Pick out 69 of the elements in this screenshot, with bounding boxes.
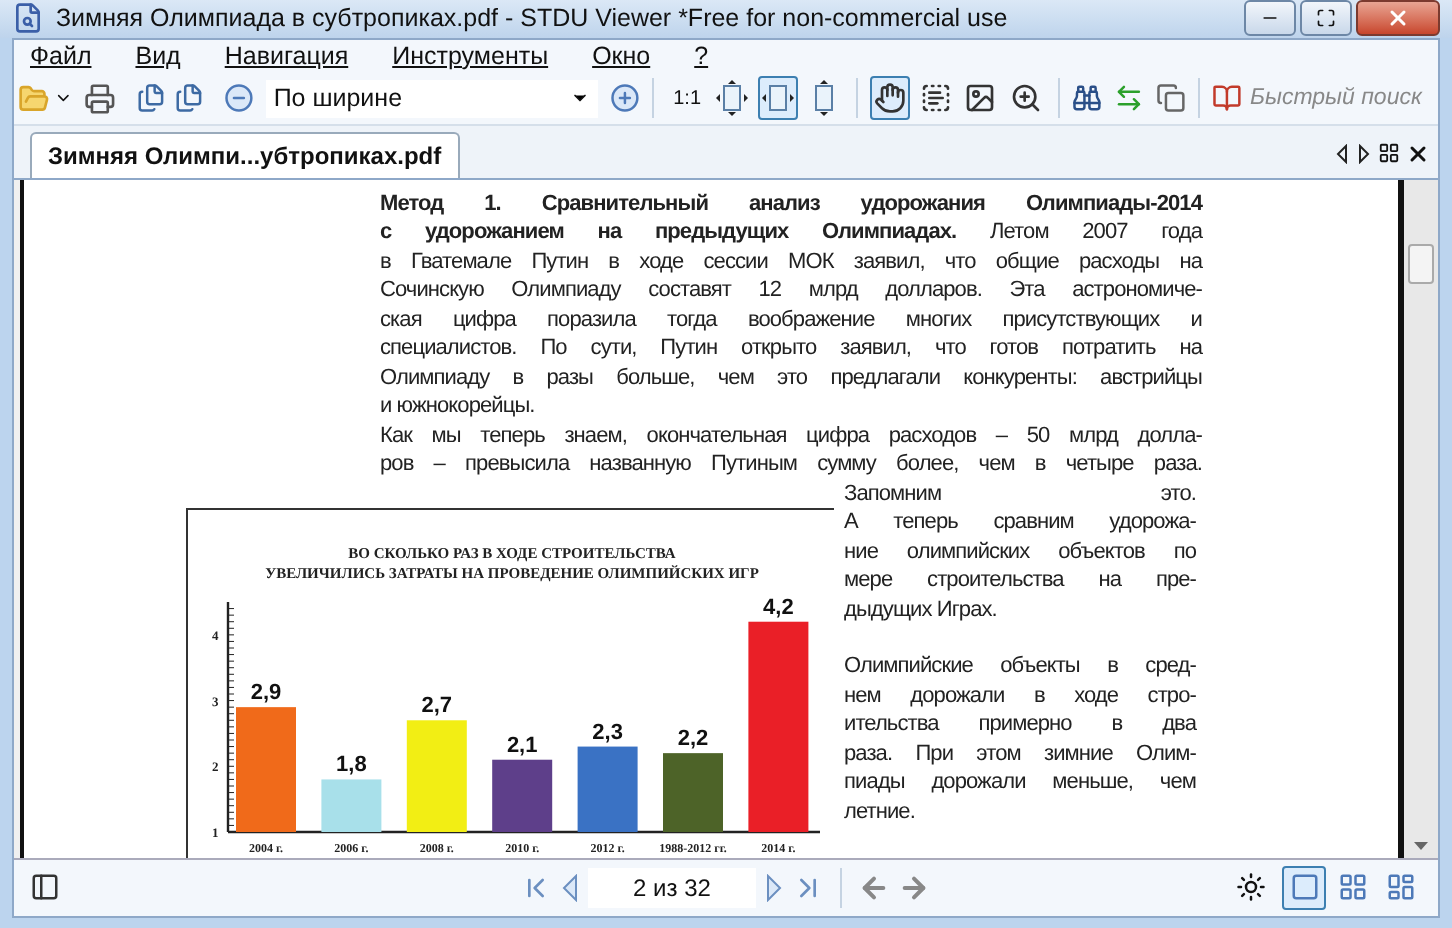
bar: [321, 778, 382, 832]
app-icon: [12, 2, 44, 35]
maximize-button[interactable]: [1300, 0, 1352, 37]
single-page-icon: [1289, 872, 1319, 903]
sun-icon[interactable]: [1236, 872, 1266, 903]
grid-icon: [1337, 872, 1367, 903]
paragraph: Метод 1. Сравнительный анализ удорожания Олимпиады-2014 с удорожанием на предыдущих Олимпиадах. Летом 2007 года в Гватемале Путин в ходе сессии МОК заявил, что общие расходы на Сочинскую Олимпиаду составят 12 млрд долларов. Эта астрономиче- ская цифра поразила тогда воображение многих присутствующих и специалистов. По сути, Путин открыто заявил, что готов потратить на Олимпиаду в разы больше, чем это предлагали конкуренты: австрийцы и южнокорейцы.: [380, 189, 1202, 422]
zoom-in-icon[interactable]: [610, 82, 641, 115]
tool-button[interactable]: [869, 76, 911, 121]
data-label: 2,7: [421, 693, 453, 718]
hand-icon: [874, 82, 907, 115]
printer-icon[interactable]: [84, 81, 117, 116]
page-field[interactable]: 2 из 32: [588, 867, 756, 908]
paragraph: Олимпийские объекты в сред- нем дорожали в ходе стро- ительства примерно в два раза. При этом зимние Олим- пиады дорожали меньше, чем летние.: [844, 652, 1196, 827]
menu-item[interactable]: Вид: [135, 37, 181, 76]
data-label: 2,2: [677, 726, 709, 751]
next-tab-icon[interactable]: [1356, 143, 1372, 164]
binoculars-icon[interactable]: [1072, 82, 1103, 115]
maximize-icon: [1316, 8, 1336, 29]
view-mode-button[interactable]: [1282, 865, 1326, 910]
image-icon: [964, 82, 997, 115]
panel-toggle-icon[interactable]: [30, 872, 60, 903]
text-select-icon: [919, 82, 952, 115]
zoom-out-icon[interactable]: [223, 82, 254, 115]
paragraph: Как мы теперь знаем, окончательная цифра расходов – 50 млрд долла- ров – превысила названную Путиным сумму более, чем в четыре раза.: [380, 421, 1202, 480]
scrollbar[interactable]: [1404, 179, 1438, 858]
search-field[interactable]: Быстрый поиск: [1250, 79, 1434, 118]
close-icon[interactable]: [1406, 141, 1430, 166]
close-button[interactable]: [1356, 0, 1440, 37]
forward-icon[interactable]: [898, 871, 930, 904]
bar: [663, 752, 723, 832]
zoom-mode-button[interactable]: [711, 76, 754, 121]
document-tab[interactable]: Зимняя Олимпи...убтропиках.pdf: [30, 131, 460, 178]
copy-icon[interactable]: [1156, 82, 1187, 115]
scroll-thumb[interactable]: [1408, 243, 1434, 284]
data-label: 2,3: [592, 720, 623, 745]
grid-icon[interactable]: [1378, 142, 1400, 165]
book-icon[interactable]: [1212, 82, 1242, 115]
data-label: 4,2: [763, 595, 794, 620]
minimize-button[interactable]: [1244, 0, 1296, 37]
bar: [492, 759, 553, 832]
bar: [577, 746, 638, 832]
swap-icon[interactable]: [1114, 82, 1145, 115]
scroll-down-icon[interactable]: [1414, 841, 1428, 850]
bar: [236, 706, 296, 832]
next-page-icon[interactable]: [764, 873, 784, 902]
menu-item[interactable]: Файл: [30, 37, 92, 76]
menu-item[interactable]: Навигация: [224, 37, 349, 76]
layout-icon: [1385, 872, 1415, 903]
actual-size-button[interactable]: 1:1: [666, 76, 708, 121]
pages-icon[interactable]: [173, 82, 204, 115]
bar: [406, 719, 467, 832]
previous-page-icon[interactable]: [560, 873, 580, 902]
data-label: 2,1: [506, 733, 538, 758]
data-label: 1,8: [336, 752, 367, 777]
window-title: Зимняя Олимпиада в субтропиках.pdf - STDU Viewer *Free for non-commercial use: [56, 2, 1008, 36]
fit-width-icon: [761, 80, 794, 117]
zoom-in-icon: [1010, 82, 1043, 115]
data-label: 2,9: [250, 680, 282, 705]
zoom-combo[interactable]: По ширине: [265, 79, 599, 118]
menu-item[interactable]: Инструменты: [392, 37, 549, 76]
menu-item[interactable]: ?: [694, 37, 709, 76]
close-icon: [1386, 6, 1410, 31]
back-icon[interactable]: [858, 871, 890, 904]
paragraph: Запомним это. А теперь сравним удорожа- ние олимпийских объектов по мере строительства на пре- дыдущих Играх.: [844, 479, 1196, 625]
fit-page-icon: [716, 80, 749, 117]
menu-item[interactable]: Окно: [592, 37, 651, 76]
pages-icon[interactable]: [136, 82, 166, 115]
previous-tab-icon[interactable]: [1334, 143, 1350, 164]
